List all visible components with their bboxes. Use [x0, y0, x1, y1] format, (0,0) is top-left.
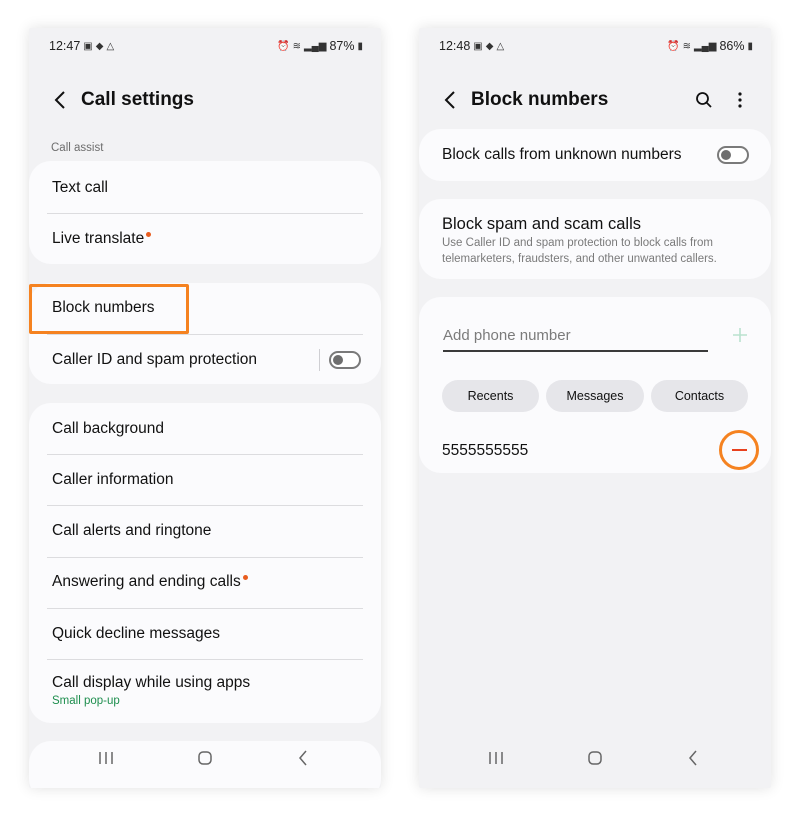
shield-icon: ◆: [95, 40, 104, 52]
input-underline: [443, 350, 708, 352]
battery-icon: ▮: [357, 40, 363, 52]
new-badge-dot: [242, 574, 248, 580]
home-button[interactable]: [193, 746, 217, 770]
recents-icon: [489, 752, 503, 764]
top-app-bar: Call settings: [29, 86, 381, 114]
block-unknown-item[interactable]: Block calls from unknown numbers: [442, 144, 749, 166]
divider: [47, 608, 363, 609]
shield-icon: ◆: [485, 40, 494, 52]
nav-back-button[interactable]: [681, 746, 705, 770]
plus-icon: [733, 328, 747, 342]
status-bar: 12:47 ▣ ◆ △ ⏰ ≋ ▂▄▆ 87% ▮: [49, 38, 363, 54]
alarm-icon: ⏰: [277, 40, 290, 52]
page-title: Block numbers: [471, 89, 609, 110]
back-button[interactable]: [439, 88, 461, 112]
call-display-sublabel: Small pop-up: [52, 695, 120, 707]
live-translate-label: Live translate: [52, 230, 145, 247]
blocked-number-label: 5555555555: [442, 442, 529, 459]
toggle-knob: [721, 150, 731, 160]
divider: [47, 454, 363, 455]
home-icon: [198, 751, 212, 765]
back-arrow-icon: [299, 750, 307, 766]
signal-icon: ▂▄▆: [693, 40, 717, 52]
page-title: Call settings: [81, 89, 194, 110]
caller-id-toggle[interactable]: [329, 351, 361, 369]
wifi-icon: ≋: [682, 40, 691, 52]
search-icon: [696, 92, 712, 108]
wifi-icon: ≋: [292, 40, 301, 52]
call-alerts-ringtone-item[interactable]: Call alerts and ringtone: [52, 521, 358, 541]
live-translate-item[interactable]: Live translate: [52, 229, 358, 249]
caller-information-label: Caller information: [52, 471, 174, 488]
block-spam-description: Use Caller ID and spam protection to blo…: [442, 237, 717, 265]
top-app-bar: Block numbers: [419, 86, 771, 114]
drive-icon: △: [106, 40, 115, 52]
recents-button[interactable]: [484, 746, 508, 770]
chevron-left-icon: [444, 91, 455, 109]
answering-ending-calls-item[interactable]: Answering and ending calls: [52, 572, 358, 592]
navigation-bar: [29, 746, 381, 770]
home-button[interactable]: [583, 746, 607, 770]
quick-decline-messages-label: Quick decline messages: [52, 625, 220, 642]
back-arrow-icon: [689, 750, 697, 766]
gallery-icon: ▣: [473, 40, 483, 52]
toggle-knob: [333, 355, 343, 365]
divider: [47, 213, 363, 214]
recents-pill[interactable]: Recents: [442, 380, 539, 412]
minus-icon: [731, 449, 747, 451]
more-vertical-icon: [738, 92, 742, 108]
call-alerts-ringtone-label: Call alerts and ringtone: [52, 522, 212, 539]
highlight-box: [29, 284, 189, 334]
block-numbers-screen: 12:48 ▣ ◆ △ ⏰ ≋ ▂▄▆ 86% ▮ Block numbers …: [419, 28, 771, 788]
remove-number-button[interactable]: [719, 430, 759, 470]
signal-icon: ▂▄▆: [303, 40, 327, 52]
chevron-left-icon: [54, 91, 65, 109]
divider: [47, 334, 363, 335]
caller-id-spam-item[interactable]: Caller ID and spam protection: [52, 349, 361, 371]
divider: [47, 659, 363, 660]
vertical-separator: [319, 349, 320, 371]
text-call-label: Text call: [52, 179, 108, 196]
drive-icon: △: [496, 40, 505, 52]
recents-button[interactable]: [94, 746, 118, 770]
new-badge-dot: [146, 231, 152, 237]
block-unknown-label: Block calls from unknown numbers: [442, 146, 682, 163]
battery-icon: ▮: [747, 40, 753, 52]
add-phone-number-input[interactable]: Add phone number: [443, 327, 571, 344]
section-label-call-assist: Call assist: [51, 142, 104, 154]
call-settings-screen: 12:47 ▣ ◆ △ ⏰ ≋ ▂▄▆ 87% ▮ Call settings …: [29, 28, 381, 788]
call-background-label: Call background: [52, 420, 165, 437]
gallery-icon: ▣: [83, 40, 93, 52]
navigation-bar: [419, 746, 771, 770]
block-unknown-toggle[interactable]: [717, 146, 749, 164]
contacts-pill[interactable]: Contacts: [651, 380, 748, 412]
block-spam-item[interactable]: Block spam and scam calls: [442, 213, 748, 235]
home-icon: [588, 751, 602, 765]
battery-percent: 87%: [329, 39, 355, 53]
nav-back-button[interactable]: [291, 746, 315, 770]
status-time: 12:48: [439, 39, 471, 53]
call-display-label: Call display while using apps: [52, 674, 251, 691]
divider: [47, 505, 363, 506]
call-background-item[interactable]: Call background: [52, 419, 358, 439]
back-button[interactable]: [49, 88, 71, 112]
caller-information-item[interactable]: Caller information: [52, 470, 358, 490]
search-button[interactable]: [692, 88, 716, 112]
more-options-button[interactable]: [728, 88, 752, 112]
alarm-icon: ⏰: [667, 40, 680, 52]
messages-pill[interactable]: Messages: [546, 380, 644, 412]
caller-id-spam-label: Caller ID and spam protection: [52, 351, 258, 368]
answering-ending-calls-label: Answering and ending calls: [52, 573, 241, 590]
status-bar: 12:48 ▣ ◆ △ ⏰ ≋ ▂▄▆ 86% ▮: [439, 38, 753, 54]
battery-percent: 86%: [719, 39, 745, 53]
text-call-item[interactable]: Text call: [52, 178, 358, 198]
status-time: 12:47: [49, 39, 81, 53]
call-display-while-using-apps-item[interactable]: Call display while using apps: [52, 673, 358, 693]
divider: [47, 557, 363, 558]
quick-decline-messages-item[interactable]: Quick decline messages: [52, 624, 358, 644]
block-spam-title: Block spam and scam calls: [442, 214, 641, 233]
recents-icon: [99, 752, 113, 764]
blocked-number-item: 5555555555: [442, 440, 748, 462]
add-number-button[interactable]: [728, 323, 752, 347]
